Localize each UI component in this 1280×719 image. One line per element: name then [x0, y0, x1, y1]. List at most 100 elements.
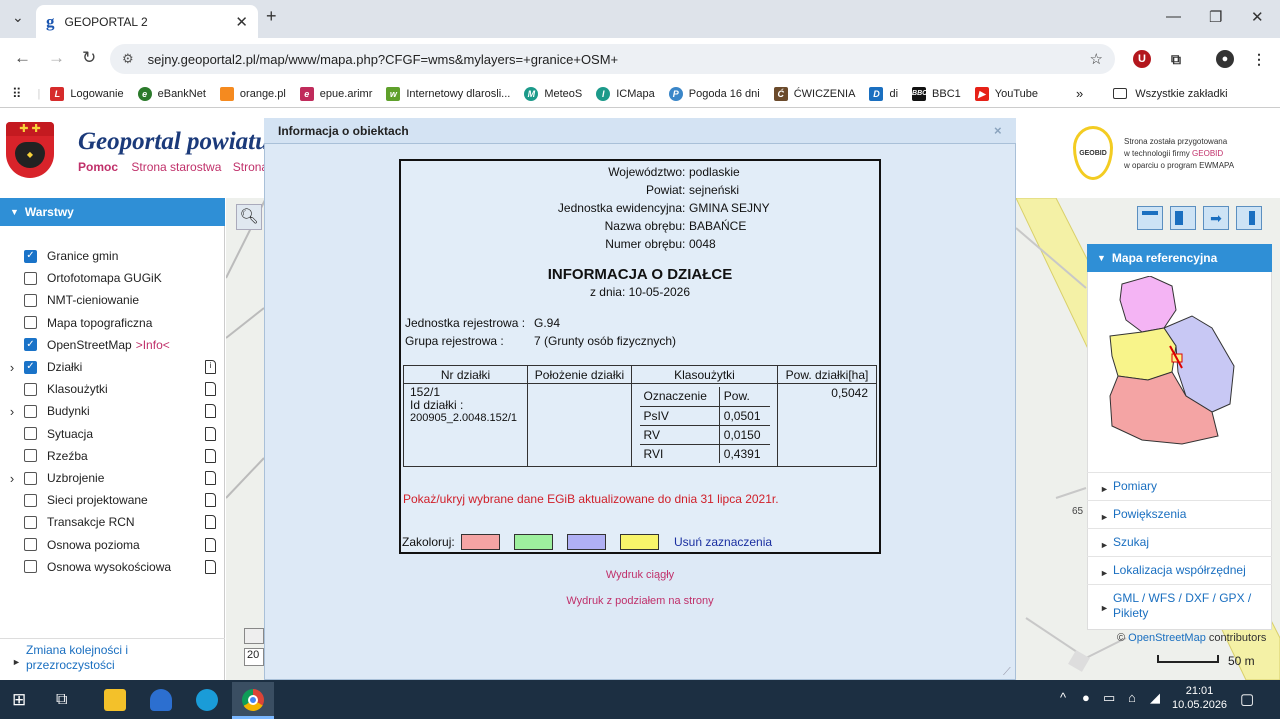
layer-checkbox[interactable] [24, 404, 37, 418]
tool-link[interactable]: ► Lokalizacja współrzędnej [1087, 556, 1272, 584]
bookmark-item[interactable]: orange.pl [219, 86, 286, 101]
network-icon[interactable]: ⌂ [1128, 690, 1136, 705]
layer-item[interactable]: Ortofotomapa GUGiK [0, 268, 225, 288]
layer-checkbox[interactable] [24, 316, 37, 330]
bookmark-item[interactable]: M MeteoS [524, 86, 582, 101]
bookmark-item[interactable]: Ć ĆWICZENIA [773, 86, 855, 101]
document-icon[interactable] [205, 471, 216, 485]
reference-map[interactable] [1102, 276, 1242, 446]
layer-item[interactable]: Sieci projektowane [0, 490, 225, 510]
tray-app-icon[interactable]: ● [1082, 690, 1090, 705]
layer-checkbox[interactable] [24, 538, 37, 552]
tab-search-icon[interactable]: ⌄ [12, 9, 24, 26]
layer-item[interactable]: Sytuacja [0, 424, 225, 444]
layer-item[interactable]: Osnowa wysokościowa [0, 557, 225, 577]
document-icon[interactable] [205, 426, 216, 441]
layers-header[interactable]: ▼ Warstwy [0, 198, 225, 226]
layer-checkbox[interactable] [24, 449, 37, 463]
restore-icon[interactable]: ❐ [1209, 8, 1222, 26]
strona-link[interactable]: Strona [233, 160, 268, 174]
reference-map-header[interactable]: ▼ Mapa referencyjna [1087, 244, 1272, 272]
layer-checkbox[interactable] [24, 515, 37, 529]
file-explorer-icon[interactable] [104, 689, 126, 711]
layer-checkbox[interactable] [24, 560, 37, 574]
color-swatch-green[interactable] [514, 534, 553, 550]
layer-item[interactable]: Mapa topograficzna [0, 313, 225, 333]
volume-icon[interactable]: ◢ [1150, 690, 1160, 706]
osm-info-link[interactable]: >Info< [136, 338, 170, 352]
chrome-taskbar-button[interactable] [232, 682, 274, 719]
document-icon[interactable] [205, 537, 216, 552]
document-icon[interactable] [205, 404, 216, 419]
tool-link[interactable]: ► Szukaj [1087, 528, 1272, 556]
tray-chevron-icon[interactable]: ^ [1060, 690, 1066, 705]
browser-tab[interactable]: g GEOPORTAL 2 ✕ [36, 5, 258, 38]
expand-arrow-icon[interactable]: › [0, 471, 24, 486]
document-icon[interactable] [205, 493, 216, 508]
layer-checkbox[interactable]: ✓ [24, 249, 37, 263]
windows-start-icon[interactable]: ⊞ [12, 689, 34, 711]
layer-order-link[interactable]: ► Zmiana kolejności i przezroczystości [0, 638, 225, 680]
bookmark-star-icon[interactable]: ☆ [1090, 50, 1103, 68]
layer-item[interactable]: NMT-cieniowanie [0, 290, 225, 310]
store-icon[interactable] [150, 689, 172, 711]
layer-checkbox[interactable] [24, 471, 37, 485]
document-icon[interactable] [205, 559, 216, 574]
all-bookmarks-folder[interactable]: Wszystkie zakładki [1113, 88, 1228, 100]
bookmark-item[interactable]: w Internetowy dlarosli... [386, 86, 510, 101]
reload-icon[interactable]: ↻ [82, 48, 96, 68]
layer-checkbox[interactable]: ✓ [24, 360, 37, 374]
layer-checkbox[interactable]: ✓ [24, 338, 37, 352]
coord-input[interactable]: 20 [244, 648, 264, 666]
window-close-icon[interactable]: ✕ [1251, 8, 1264, 26]
profile-avatar[interactable]: ● [1216, 50, 1234, 68]
layer-item[interactable]: ✓ OpenStreetMap >Info< [0, 335, 225, 355]
dialog-close-icon[interactable]: × [994, 123, 1002, 138]
minimize-icon[interactable]: — [1166, 8, 1181, 25]
layer-info-icon[interactable]: i [205, 360, 216, 374]
bookmark-item[interactable]: BBC BBC1 [912, 86, 961, 101]
menu-icon[interactable]: ⋮ [1250, 50, 1268, 68]
expand-arrow-icon[interactable]: › [0, 404, 24, 419]
layer-item[interactable]: › Uzbrojenie [0, 468, 225, 488]
forward-icon[interactable]: → [48, 48, 65, 68]
edge-icon[interactable] [196, 689, 218, 711]
color-swatch-blue[interactable] [567, 534, 606, 550]
tool-link[interactable]: ► Powiększenia [1087, 500, 1272, 528]
dialog-title[interactable]: Informacja o obiektach [264, 118, 1016, 144]
bookmark-item[interactable]: ▶ YouTube [974, 86, 1038, 101]
extensions-icon[interactable]: ⧉ [1167, 50, 1185, 68]
back-icon[interactable]: ← [14, 48, 31, 68]
address-bar[interactable]: ⚙ sejny.geoportal2.pl/map/www/mapa.php?C… [110, 44, 1115, 74]
bookmark-item[interactable]: Ddi [869, 86, 898, 101]
more-bookmarks-button[interactable]: » [1076, 86, 1083, 101]
bookmark-item[interactable]: L Logowanie [50, 86, 124, 101]
layer-item[interactable]: ✓ Granice gmin [0, 246, 225, 266]
site-info-icon[interactable]: ⚙ [122, 51, 134, 67]
bookmark-item[interactable]: e eBankNet [137, 86, 206, 101]
print-pages-link[interactable]: Wydruk z podziałem na strony [264, 595, 1016, 607]
coord-widget[interactable] [244, 628, 264, 644]
bookmark-item[interactable]: P Pogoda 16 dni [668, 86, 760, 101]
layer-item[interactable]: › ✓ Działki i [0, 357, 225, 377]
tab-close-icon[interactable]: ✕ [235, 13, 248, 31]
osm-link[interactable]: OpenStreetMap [1128, 632, 1206, 644]
color-swatch-yellow[interactable] [620, 534, 659, 550]
expand-arrow-icon[interactable]: › [0, 360, 24, 375]
document-icon[interactable] [205, 382, 216, 397]
document-icon[interactable] [205, 515, 216, 530]
layout-left-button[interactable] [1170, 206, 1196, 230]
layer-item[interactable]: Klasoużytki [0, 379, 225, 399]
clock[interactable]: 21:01 10.05.2026 [1172, 684, 1227, 712]
battery-icon[interactable]: ▭ [1103, 690, 1115, 706]
layer-item[interactable]: Transakcje RCN [0, 512, 225, 532]
layout-top-button[interactable] [1137, 206, 1163, 230]
bookmark-item[interactable]: I ICMapa [596, 86, 655, 101]
print-continuous-link[interactable]: Wydruk ciągły [264, 569, 1016, 581]
layer-checkbox[interactable] [24, 427, 37, 441]
layer-item[interactable]: Osnowa pozioma [0, 535, 225, 555]
new-tab-button[interactable]: + [266, 6, 277, 27]
help-link[interactable]: Pomoc [78, 160, 118, 174]
task-view-icon[interactable]: ⧉ [56, 689, 78, 711]
zoom-icon[interactable]: 🔍︎ [236, 204, 262, 230]
